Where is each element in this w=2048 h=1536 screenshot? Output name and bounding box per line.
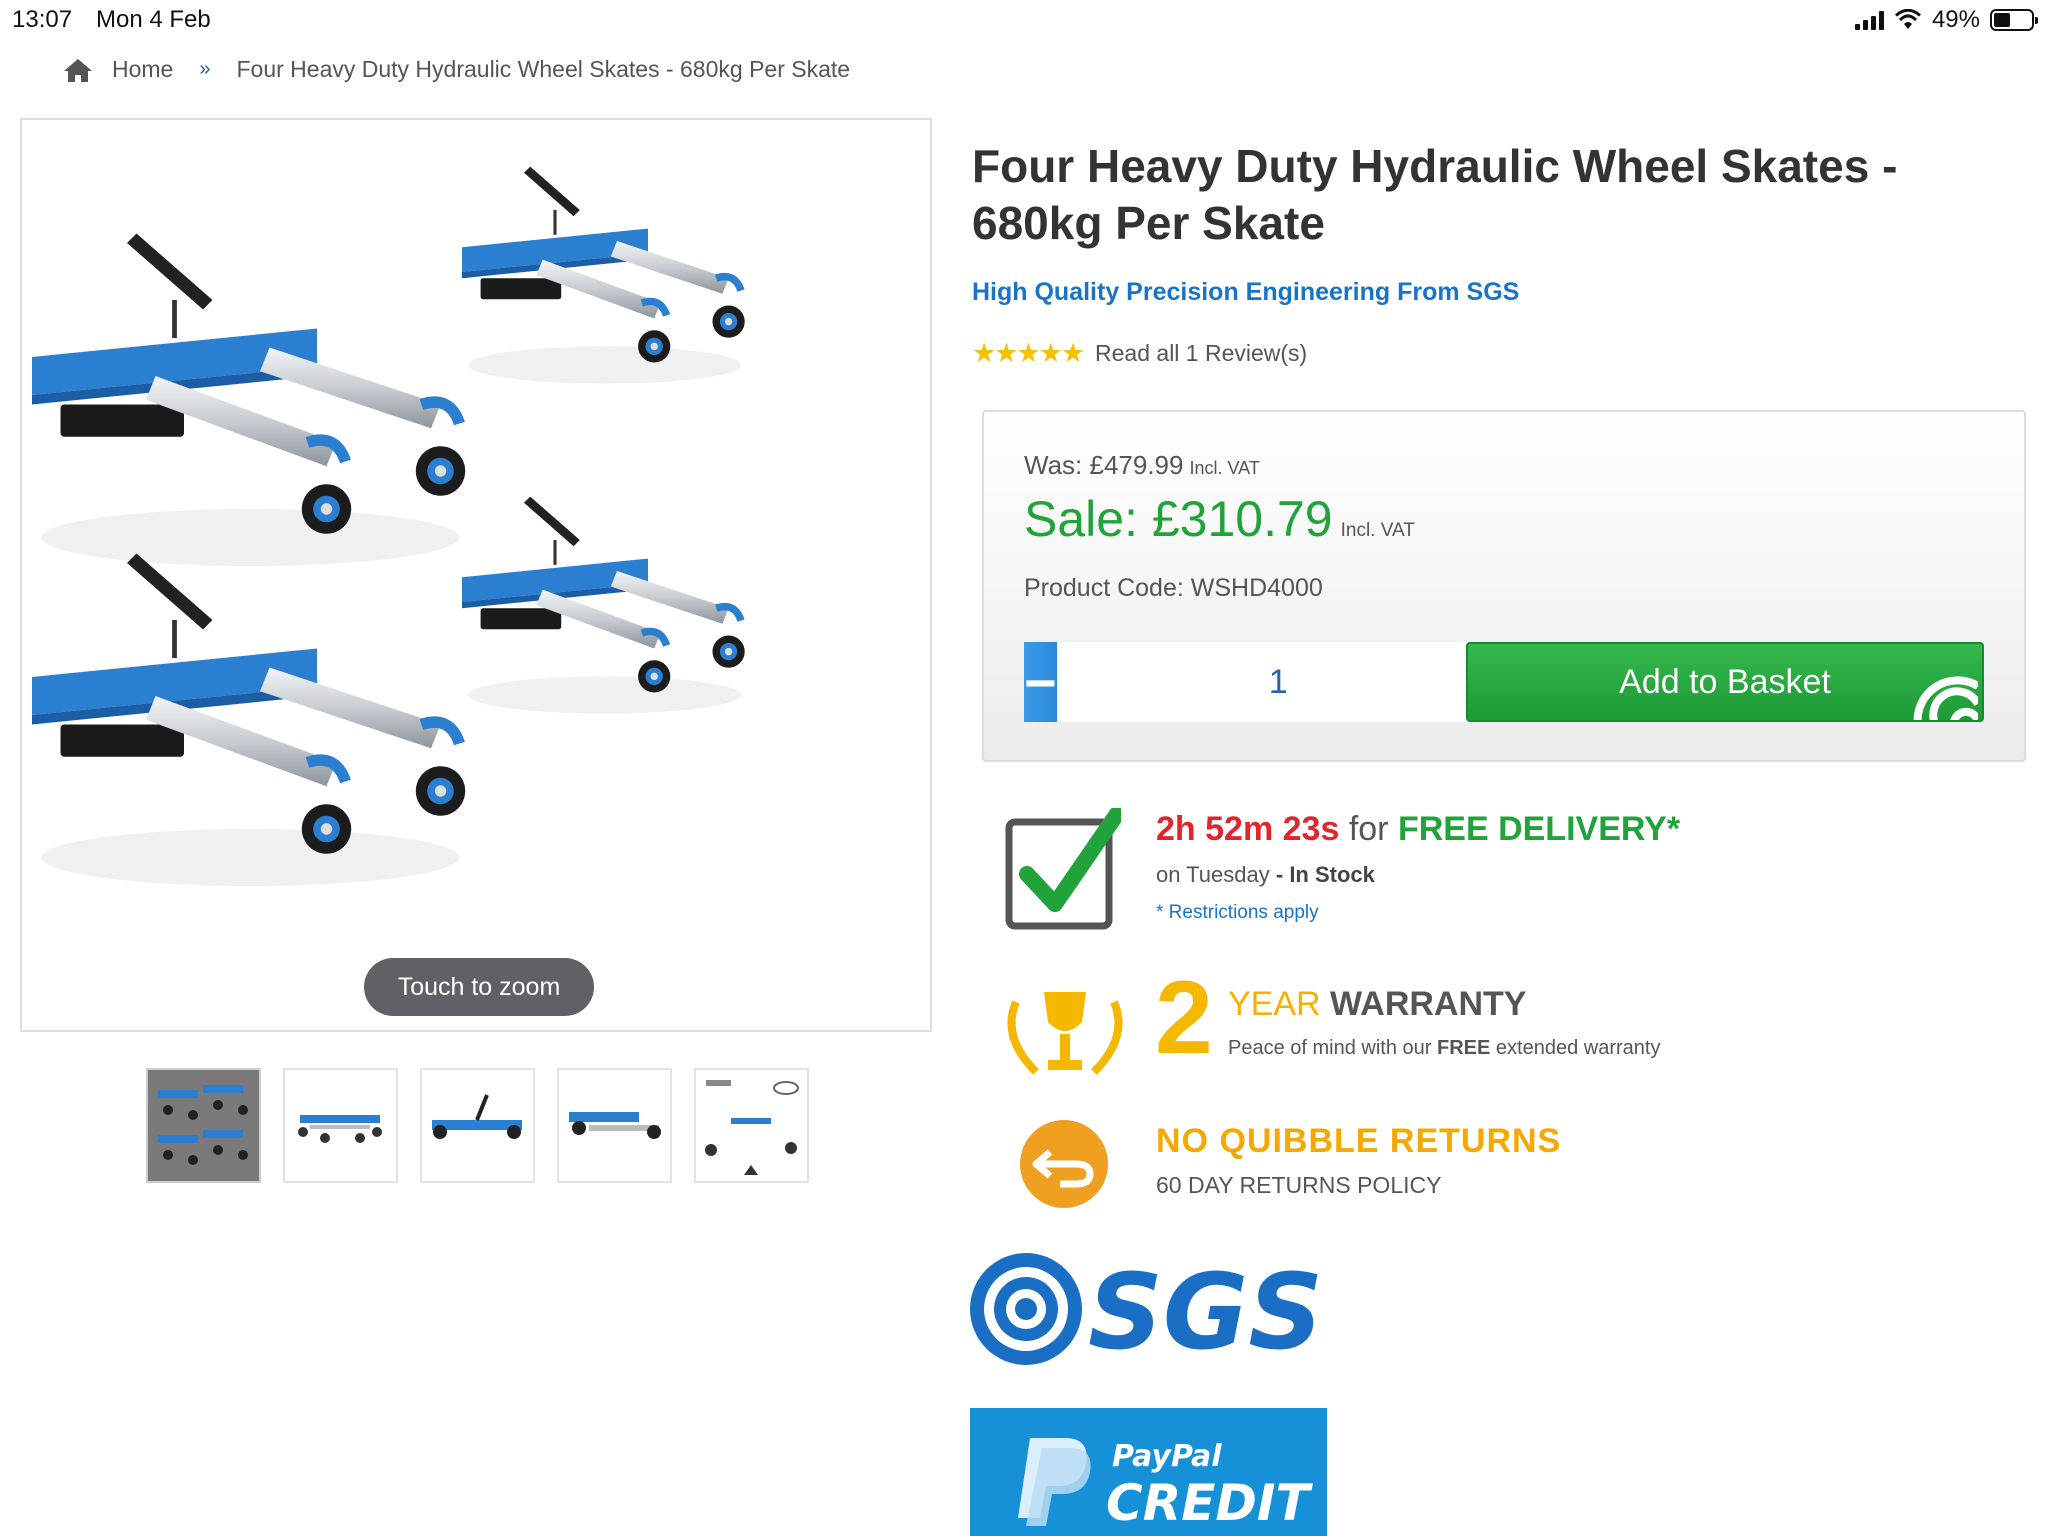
warranty-subtext: Peace of mind with our FREE extended war…: [1228, 1037, 1660, 1060]
delivery-countdown: 2h 52m 23s for FREE DELIVERY*: [1156, 810, 1680, 849]
breadcrumb-current: Four Heavy Duty Hydraulic Wheel Skates -…: [236, 56, 851, 82]
sale-price-value: Sale: £310.79: [1024, 491, 1333, 547]
signal-icon: [1854, 10, 1884, 30]
product-title: Four Heavy Duty Hydraulic Wheel Skates -…: [972, 140, 1898, 249]
warranty-years-number: 2: [1155, 960, 1213, 1076]
reviews-link[interactable]: Read all 1 Review(s): [1095, 340, 1307, 367]
wheel-skates-illustration: [22, 120, 930, 1030]
battery-percent: 49%: [1931, 6, 1980, 33]
sgs-logo: SGS: [970, 1251, 1323, 1370]
price-box: Was: £479.99 Incl. VAT Sale: £310.79 Incl.…: [982, 410, 2026, 762]
rating-stars: ★★★★★: [972, 338, 1085, 368]
credit-label: CREDIT: [1106, 1474, 1313, 1532]
home-icon[interactable]: [62, 57, 94, 83]
sale-vat-label: Incl. VAT: [1340, 520, 1415, 541]
thumbnail-2[interactable]: [283, 1068, 398, 1183]
warranty-sub-after: extended warranty: [1490, 1037, 1661, 1059]
thumbnail-4[interactable]: [557, 1068, 672, 1183]
thumbnail-1[interactable]: [146, 1068, 261, 1183]
sale-price: Sale: £310.79 Incl. VAT: [1024, 490, 1415, 548]
delivery-for: for: [1348, 810, 1389, 848]
warranty-sub-before: Peace of mind with our: [1228, 1037, 1437, 1059]
quantity-decrease-button[interactable]: −: [1024, 642, 1057, 722]
status-bar: 13:07 Mon 4 Feb 49%: [0, 0, 2048, 40]
thumbnail-3[interactable]: [420, 1068, 535, 1183]
was-price: Was: £479.99 Incl. VAT: [1024, 450, 1260, 481]
battery-icon: [1990, 9, 2038, 31]
checkbox-tick-icon: [1005, 808, 1121, 930]
status-time: 13:07: [12, 6, 73, 33]
delivery-day-text: on Tuesday: [1156, 862, 1270, 887]
breadcrumb-home[interactable]: Home: [112, 56, 173, 83]
was-vat-label: Incl. VAT: [1189, 458, 1260, 478]
paypal-credit-banner[interactable]: PayPal CREDIT: [970, 1408, 1327, 1536]
wifi-icon: [1894, 9, 1921, 29]
quantity-input[interactable]: [1056, 642, 1500, 722]
delivery-timer: 2h 52m 23s: [1156, 810, 1340, 848]
sgs-wordmark: SGS: [1088, 1251, 1323, 1370]
restrictions-link[interactable]: * Restrictions apply: [1156, 902, 1319, 924]
paypal-label: PayPal: [1112, 1439, 1222, 1474]
breadcrumb-separator: »: [199, 58, 211, 80]
status-indicators: 49%: [1854, 6, 2038, 34]
product-rating: ★★★★★ Read all 1 Review(s): [972, 338, 1307, 369]
trophy-laurel-icon: [1007, 992, 1123, 1075]
touch-to-zoom-hint[interactable]: Touch to zoom: [364, 958, 594, 1016]
quantity-stepper: − +: [1024, 642, 1533, 722]
status-date: Mon 4 Feb: [96, 6, 211, 33]
free-delivery-label: FREE DELIVERY*: [1397, 810, 1681, 848]
warranty-heading: YEAR WARRANTY: [1228, 985, 1526, 1024]
product-code: Product Code: WSHD4000: [1024, 574, 1323, 602]
product-main-image[interactable]: Touch to zoom: [20, 118, 932, 1032]
delivery-day: on Tuesday - In Stock: [1156, 862, 1375, 888]
was-price-value: Was: £479.99: [1024, 450, 1184, 480]
returns-title: NO QUIBBLE RETURNS: [1156, 1122, 1562, 1160]
return-arrow-icon: [1020, 1120, 1108, 1208]
add-to-basket-button[interactable]: Add to Basket: [1466, 642, 1984, 722]
product-subtitle: High Quality Precision Engineering From …: [972, 278, 1520, 306]
paypal-icon: PayPal CREDIT: [1018, 1438, 1313, 1532]
warranty-word: WARRANTY: [1330, 985, 1527, 1023]
warranty-year: YEAR: [1228, 985, 1321, 1023]
add-to-basket-label: Add to Basket: [1619, 662, 1831, 701]
returns-subtitle: 60 DAY RETURNS POLICY: [1156, 1172, 1442, 1198]
stock-status: - In Stock: [1275, 862, 1375, 887]
thumbnail-5[interactable]: [694, 1068, 809, 1183]
signal-wave-icon: [1913, 676, 1978, 720]
breadcrumb: Home » Four Heavy Duty Hydraulic Wheel S…: [62, 56, 850, 83]
warranty-sub-bold: FREE: [1437, 1037, 1491, 1059]
thumbnail-strip: [146, 1068, 809, 1183]
